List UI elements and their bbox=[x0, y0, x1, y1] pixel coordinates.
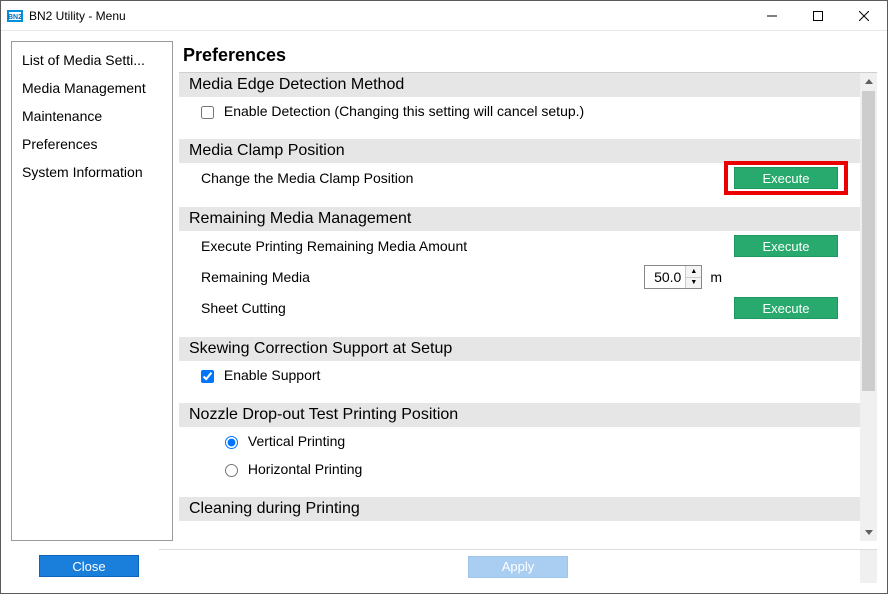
sidebar-item-media-management[interactable]: Media Management bbox=[12, 74, 172, 102]
close-button[interactable]: Close bbox=[39, 555, 139, 577]
app-icon: BN2 bbox=[7, 8, 23, 24]
sheet-cutting-label: Sheet Cutting bbox=[201, 300, 734, 316]
remaining-media-unit: m bbox=[710, 269, 722, 285]
remaining-media-field[interactable] bbox=[645, 266, 685, 288]
enable-detection-label[interactable]: Enable Detection (Changing this setting … bbox=[201, 103, 584, 119]
enable-support-checkbox[interactable] bbox=[201, 370, 214, 383]
scrollbar-thumb[interactable] bbox=[862, 91, 875, 391]
horizontal-printing-radio[interactable] bbox=[225, 464, 238, 477]
sidebar: List of Media Setti... Media Management … bbox=[11, 41, 173, 541]
spin-down-button[interactable]: ▼ bbox=[686, 278, 701, 289]
apply-area: Apply bbox=[159, 549, 877, 583]
sidebar-item-maintenance[interactable]: Maintenance bbox=[12, 102, 172, 130]
scroll-down-button[interactable] bbox=[860, 524, 877, 541]
apply-scrollbar-track bbox=[860, 550, 877, 583]
remaining-media-input[interactable]: ▲ ▼ bbox=[644, 265, 702, 289]
minimize-button[interactable] bbox=[749, 1, 795, 30]
svg-text:BN2: BN2 bbox=[8, 14, 22, 21]
vertical-printing-radio[interactable] bbox=[225, 436, 238, 449]
enable-detection-checkbox[interactable] bbox=[201, 106, 214, 119]
remaining-media-print-label: Execute Printing Remaining Media Amount bbox=[201, 238, 734, 254]
app-window: BN2 BN2 Utility - Menu List of Media Set… bbox=[0, 0, 888, 594]
horizontal-printing-label[interactable]: Horizontal Printing bbox=[225, 461, 362, 477]
vertical-printing-label[interactable]: Vertical Printing bbox=[225, 433, 345, 449]
vertical-scrollbar[interactable] bbox=[860, 73, 877, 541]
apply-button[interactable]: Apply bbox=[468, 556, 568, 578]
scroll-up-button[interactable] bbox=[860, 73, 877, 90]
enable-support-label[interactable]: Enable Support bbox=[201, 367, 320, 383]
remaining-media-print-execute-button[interactable]: Execute bbox=[734, 235, 838, 257]
window-title: BN2 Utility - Menu bbox=[29, 9, 126, 23]
section-header-clamp-position: Media Clamp Position bbox=[179, 139, 860, 163]
section-header-skewing: Skewing Correction Support at Setup bbox=[179, 337, 860, 361]
close-window-button[interactable] bbox=[841, 1, 887, 30]
section-header-nozzle: Nozzle Drop-out Test Printing Position bbox=[179, 403, 860, 427]
section-header-edge-detection: Media Edge Detection Method bbox=[179, 73, 860, 97]
section-header-remaining-media: Remaining Media Management bbox=[179, 207, 860, 231]
maximize-button[interactable] bbox=[795, 1, 841, 30]
clamp-position-label: Change the Media Clamp Position bbox=[201, 170, 734, 186]
page-title: Preferences bbox=[179, 41, 877, 72]
preferences-content: Media Edge Detection Method Enable Detec… bbox=[179, 73, 860, 541]
sidebar-item-system-information[interactable]: System Information bbox=[12, 158, 172, 186]
sidebar-item-media-settings[interactable]: List of Media Setti... bbox=[12, 46, 172, 74]
remaining-media-value-label: Remaining Media bbox=[201, 269, 644, 285]
titlebar: BN2 BN2 Utility - Menu bbox=[1, 1, 887, 31]
sheet-cutting-execute-button[interactable]: Execute bbox=[734, 297, 838, 319]
spin-up-button[interactable]: ▲ bbox=[686, 266, 701, 278]
clamp-position-execute-button[interactable]: Execute bbox=[734, 167, 838, 189]
sidebar-item-preferences[interactable]: Preferences bbox=[12, 130, 172, 158]
section-header-cleaning: Cleaning during Printing bbox=[179, 497, 860, 521]
